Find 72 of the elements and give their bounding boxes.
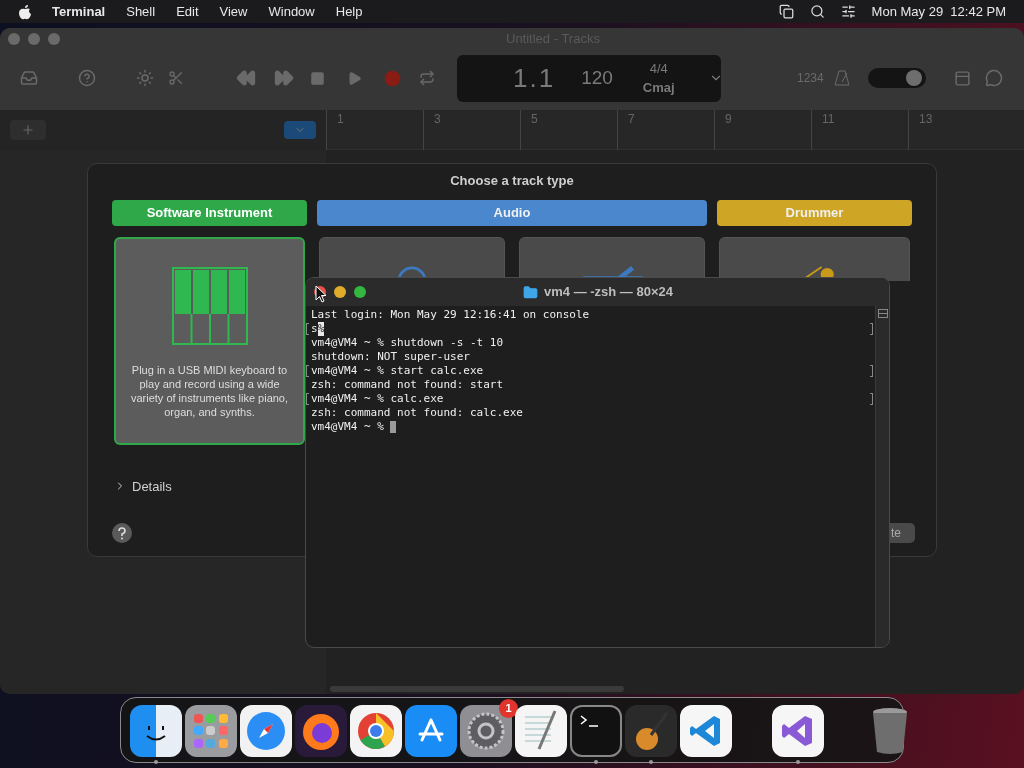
card-description: Plug in a USB MIDI keyboard to play and record using a wide variety of instruments like piano, organ, and synths. — [129, 362, 290, 419]
bar-number: 7 — [617, 110, 714, 150]
search-icon[interactable] — [809, 4, 825, 19]
position-readout: 1.1 — [513, 61, 556, 95]
terminal-line: vm4@VM4 ~ % — [311, 420, 385, 434]
bar-number: 1 — [326, 110, 423, 150]
firefox-app-icon[interactable] — [295, 705, 347, 757]
cycle-icon[interactable] — [419, 70, 435, 86]
terminal-line: Last login: Mon May 29 12:16:41 on console — [311, 308, 590, 322]
play-icon[interactable] — [347, 70, 362, 86]
window-control[interactable] — [28, 33, 40, 45]
finder-app-icon[interactable] — [130, 705, 182, 757]
menu-item[interactable]: View — [219, 1, 248, 22]
menu-item[interactable]: Help — [335, 1, 363, 22]
terminal-line: vm4@VM4 ~ % shutdown -s -t 10 — [311, 336, 504, 350]
zoom-button[interactable] — [354, 286, 366, 298]
help-button[interactable] — [112, 523, 132, 543]
appstore-app-icon[interactable] — [405, 705, 457, 757]
help-icon[interactable] — [78, 69, 96, 87]
safari-app-icon[interactable] — [240, 705, 292, 757]
terminal-line: s — [311, 322, 318, 336]
window-switcher-icon[interactable] — [778, 4, 794, 19]
add-track-icon[interactable] — [10, 120, 46, 140]
bar-number: 13 — [908, 110, 1005, 150]
bar-number: 3 — [423, 110, 520, 150]
textedit-app-icon[interactable] — [515, 705, 567, 757]
vscode-app-icon[interactable] — [680, 705, 732, 757]
tempo-readout: 120 — [581, 65, 613, 90]
rewind-icon[interactable] — [236, 68, 256, 88]
control-center-icon[interactable] — [840, 4, 856, 19]
terminal-line: shutdown: NOT super-user — [311, 350, 470, 364]
question-mark-icon — [117, 526, 127, 540]
menu-item[interactable]: Window — [268, 1, 315, 22]
scissors-icon[interactable] — [168, 70, 184, 86]
dialog-title: Choose a track type — [450, 172, 574, 190]
terminal-line: vm4@VM4 ~ % calc.exe — [311, 392, 444, 406]
menu-bar-clock[interactable]: Mon May 29 12:42 PM — [871, 1, 1006, 22]
apple-logo-icon[interactable] — [18, 3, 32, 20]
bar-number: 5 — [520, 110, 617, 150]
details-disclosure[interactable]: Details — [132, 476, 172, 496]
window-control[interactable] — [8, 33, 20, 45]
minimize-button[interactable] — [334, 286, 346, 298]
terminal-app-icon[interactable] — [570, 705, 622, 757]
piano-keys-icon — [171, 266, 248, 345]
terminal-title: vm4 — -zsh — 80×24 — [544, 283, 673, 302]
create-button[interactable]: te — [890, 523, 915, 543]
terminal-line: vm4@VM4 ~ % start calc.exe — [311, 364, 484, 378]
app-menu[interactable]: Terminal — [52, 1, 106, 22]
terminal-line: zsh: command not found: start — [311, 378, 504, 392]
split-view-icon[interactable] — [877, 309, 888, 318]
time-signature: 4/4 — [649, 60, 668, 78]
inverse-text: % — [317, 322, 325, 336]
window-control[interactable] — [48, 33, 60, 45]
terminal-line: zsh: command not found: calc.exe — [311, 406, 523, 420]
metronome-icon[interactable] — [833, 70, 850, 86]
track-type-card[interactable] — [719, 236, 910, 281]
visualstudio-app-icon[interactable] — [772, 705, 824, 757]
settings-app-icon[interactable] — [460, 705, 512, 757]
bar-number: 9 — [714, 110, 811, 150]
guitar-app-icon[interactable] — [625, 705, 677, 757]
folder-icon[interactable] — [523, 284, 538, 300]
fast-forward-icon[interactable] — [274, 68, 294, 88]
bar-number: 11 — [811, 110, 908, 150]
menu-item[interactable]: Edit — [176, 1, 199, 22]
key-readout: Cmaj — [642, 79, 675, 97]
toggle-switch[interactable] — [867, 68, 926, 88]
chrome-app-icon[interactable] — [350, 705, 402, 757]
track-type-card[interactable]: Plug in a USB MIDI keyboard to play and record using a wide variety of instruments like piano, organ, and synths. — [114, 236, 305, 445]
stop-icon[interactable] — [310, 70, 325, 86]
launchpad-app-icon[interactable] — [185, 705, 237, 757]
menu-item[interactable]: Shell — [126, 1, 156, 22]
mouse-pointer-icon — [315, 285, 327, 303]
